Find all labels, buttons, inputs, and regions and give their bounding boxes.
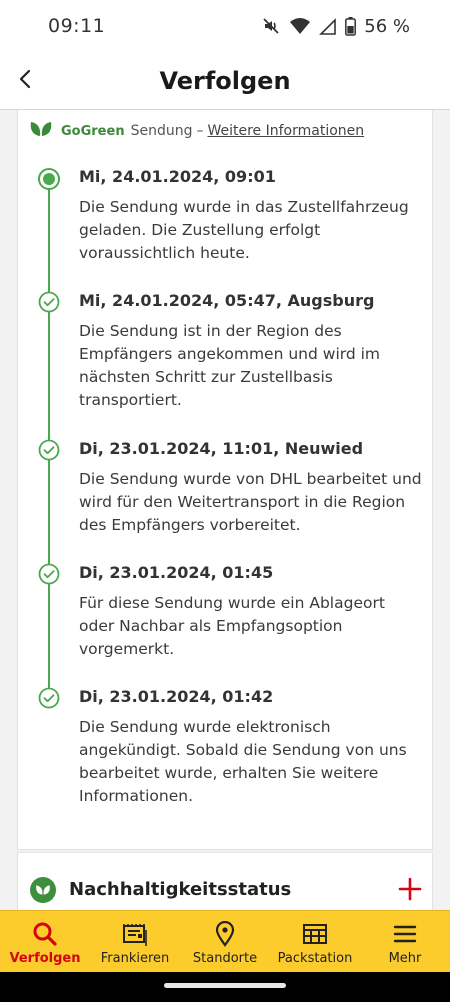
event-description: Für diese Sendung wurde ein Ablageort od…	[79, 594, 385, 658]
nav-label: Verfolgen	[9, 951, 81, 966]
event-date: Di, 23.01.2024, 01:45	[79, 563, 274, 582]
nav-label: Standorte	[192, 951, 258, 966]
event-description: Die Sendung wurde elektronisch angekündi…	[79, 718, 407, 805]
event-date: Mi, 24.01.2024, 05:47, Augsburg	[79, 291, 375, 310]
nav-label: Mehr	[388, 951, 422, 966]
nav-label: Frankieren	[100, 951, 170, 966]
status-bar: 09:11 56 %	[0, 0, 450, 52]
battery-level: 56 %	[364, 15, 410, 37]
signal-icon	[319, 17, 337, 35]
back-arrow-icon	[18, 68, 32, 94]
back-button[interactable]	[8, 64, 42, 98]
nav-item-mehr[interactable]: Mehr	[360, 911, 450, 972]
check-circle-icon	[38, 687, 60, 709]
check-circle-icon	[38, 291, 60, 313]
tracking-card: GoGreen Sendung – Weitere Informationen …	[17, 110, 433, 850]
nav-label: Packstation	[277, 951, 353, 966]
nav-item-verfolgen[interactable]: Verfolgen	[0, 911, 90, 972]
gesture-area	[0, 972, 450, 1002]
main-content[interactable]: GoGreen Sendung – Weitere Informationen …	[0, 110, 450, 910]
status-time: 09:11	[48, 15, 106, 37]
event-date: Di, 23.01.2024, 11:01, Neuwied	[79, 439, 364, 458]
nav-item-packstation[interactable]: Packstation	[270, 911, 360, 972]
expand-plus-icon[interactable]	[394, 873, 426, 905]
gogreen-label: Sendung	[130, 123, 193, 139]
status-icons: 56 %	[261, 16, 410, 37]
sustainability-leaf-icon	[30, 877, 56, 903]
gogreen-leaf-icon	[29, 120, 61, 142]
gogreen-separator: –	[196, 123, 204, 139]
bottom-navigation: Verfolgen Frankieren Standorte Packstati…	[0, 910, 450, 972]
app-bar: Verfolgen	[0, 52, 450, 110]
nav-item-standorte[interactable]: Standorte	[180, 911, 270, 972]
event-date: Mi, 24.01.2024, 09:01	[79, 167, 276, 186]
sustainability-title: Nachhaltigkeitsstatus	[69, 879, 292, 900]
sustainability-section[interactable]: Nachhaltigkeitsstatus	[17, 852, 433, 910]
event-description: Die Sendung wurde von DHL bearbeitet und…	[79, 470, 422, 534]
event-date: Di, 23.01.2024, 01:42	[79, 687, 274, 706]
home-gesture-bar[interactable]	[164, 983, 286, 988]
mute-icon	[261, 16, 281, 36]
wifi-icon	[289, 17, 311, 35]
current-status-icon	[38, 168, 60, 190]
nav-item-frankieren[interactable]: Frankieren	[90, 911, 180, 972]
event-description: Die Sendung ist in der Region des Empfän…	[79, 322, 381, 409]
page-title: Verfolgen	[159, 66, 291, 95]
packstation-icon	[301, 921, 329, 947]
timeline-line	[48, 178, 50, 698]
search-icon	[32, 921, 58, 947]
location-pin-icon	[214, 921, 236, 947]
gogreen-brand: GoGreen	[61, 123, 125, 139]
stamp-icon	[121, 921, 149, 947]
check-circle-icon	[38, 563, 60, 585]
gogreen-row: GoGreen Sendung – Weitere Informationen	[29, 120, 364, 142]
menu-icon	[392, 921, 418, 947]
event-description: Die Sendung wurde in das Zustellfahrzeug…	[79, 198, 409, 262]
more-info-link[interactable]: Weitere Informationen	[207, 123, 364, 139]
battery-icon	[345, 16, 357, 36]
check-circle-icon	[38, 439, 60, 461]
